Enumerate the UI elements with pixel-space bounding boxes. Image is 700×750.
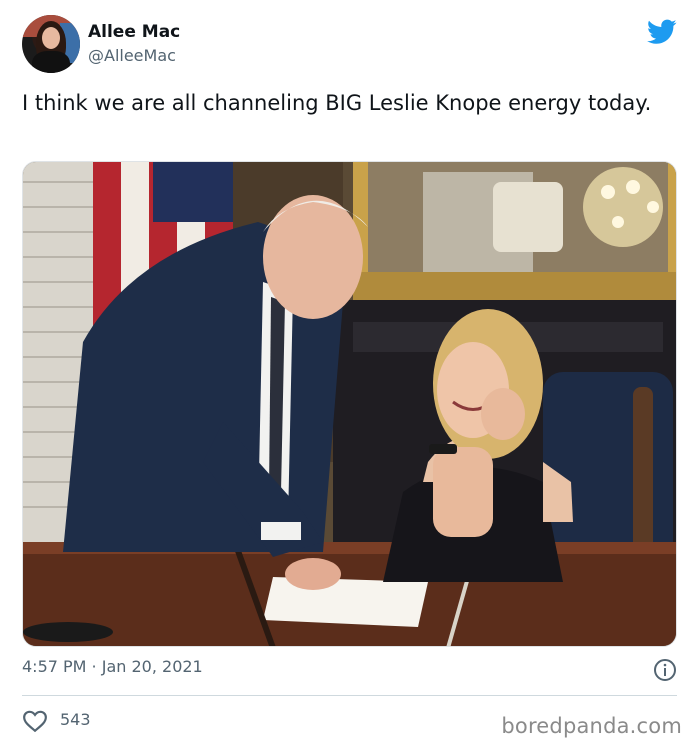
like-count[interactable]: 543 (60, 710, 91, 729)
divider (22, 695, 677, 696)
tweet-photo[interactable] (22, 161, 677, 647)
twitter-bird-icon[interactable] (647, 19, 677, 45)
tweet-text: I think we are all channeling BIG Leslie… (22, 91, 652, 115)
author-name[interactable]: Allee Mac (88, 22, 180, 42)
avatar[interactable] (22, 15, 80, 73)
heart-icon[interactable] (22, 709, 48, 733)
watermark: boredpanda.com (501, 714, 682, 738)
tweet-timestamp[interactable]: 4:57 PM · Jan 20, 2021 (22, 657, 203, 676)
author-handle[interactable]: @AlleeMac (88, 46, 176, 65)
info-icon[interactable] (653, 658, 677, 682)
